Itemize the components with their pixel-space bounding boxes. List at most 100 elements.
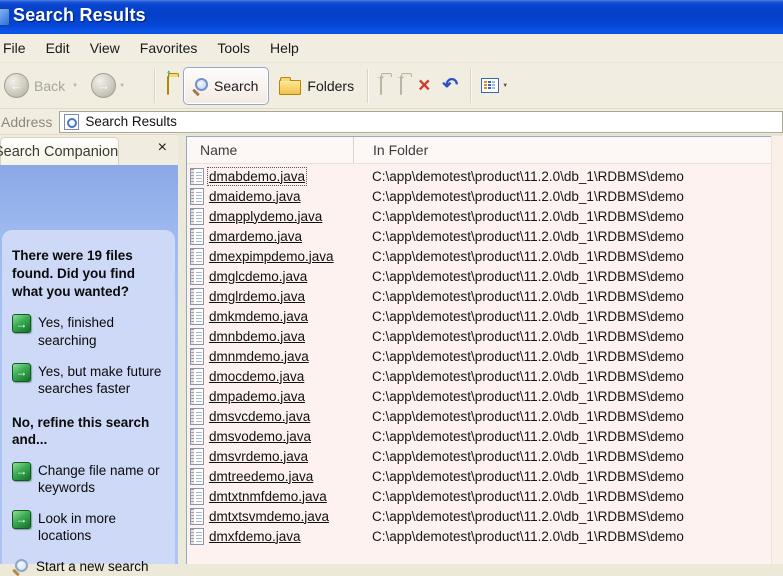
- search-companion-sidebar: Search Companion × There were 19 files f…: [0, 135, 178, 564]
- file-folder-path: C:\app\demotest\product\11.2.0\db_1\RDBM…: [372, 349, 684, 364]
- java-file-icon: [190, 288, 204, 305]
- toolbar-separator: [154, 69, 156, 103]
- file-row: dmnmdemo.java C:\app\demotest\product\11.…: [187, 346, 783, 366]
- column-header-in-folder[interactable]: In Folder: [353, 137, 783, 163]
- file-name-link[interactable]: dmardemo.java: [209, 229, 302, 244]
- toolbar-separator: [367, 69, 369, 103]
- magnifier-icon: [192, 78, 208, 94]
- file-name-link[interactable]: dmabdemo.java: [209, 169, 305, 184]
- menu-item-favorites[interactable]: Favorites: [130, 34, 208, 62]
- search-companion-card: There were 19 files found. Did you find …: [2, 230, 175, 564]
- file-name-link[interactable]: dmtxtsvmdemo.java: [209, 509, 329, 524]
- up-one-level-button[interactable]: →: [167, 77, 169, 95]
- file-name-link[interactable]: dmsvcdemo.java: [209, 409, 310, 424]
- views-button[interactable]: [481, 78, 499, 93]
- file-name-link[interactable]: dmocdemo.java: [209, 369, 304, 384]
- file-name-cell: dmtxtsvmdemo.java: [187, 508, 372, 525]
- sidebar-option-label: Look in more locations: [38, 510, 171, 545]
- folders-button[interactable]: Folders: [269, 68, 364, 104]
- search-button[interactable]: Search: [183, 67, 269, 105]
- file-name-link[interactable]: dmapplydemo.java: [209, 209, 322, 224]
- file-name-link[interactable]: dmnmdemo.java: [209, 349, 309, 364]
- folders-button-label: Folders: [307, 78, 354, 94]
- file-name-link[interactable]: dmsvodemo.java: [209, 429, 311, 444]
- menu-item-help[interactable]: Help: [260, 34, 309, 62]
- file-name-cell: dmardemo.java: [187, 228, 372, 245]
- file-name-link[interactable]: dmnbdemo.java: [209, 329, 305, 344]
- file-folder-path: C:\app\demotest\product\11.2.0\db_1\RDBM…: [372, 449, 684, 464]
- menu-item-tools[interactable]: Tools: [207, 34, 260, 62]
- arrow-glyph: →: [16, 513, 28, 525]
- java-file-icon: [190, 508, 204, 525]
- java-file-icon: [190, 268, 204, 285]
- file-name-cell: dmsvrdemo.java: [187, 448, 372, 465]
- column-header-name[interactable]: Name: [187, 137, 353, 163]
- menu-item-view[interactable]: View: [80, 34, 130, 62]
- vertical-scrollbar[interactable]: [771, 136, 783, 564]
- sidebar-option[interactable]: →Change file name or keywords: [12, 462, 171, 497]
- file-folder-path: C:\app\demotest\product\11.2.0\db_1\RDBM…: [372, 309, 684, 324]
- toolbar-separator: [470, 69, 472, 103]
- file-name-link[interactable]: dmglcdemo.java: [209, 269, 307, 284]
- arrow-glyph: →: [16, 366, 28, 378]
- search-companion-options: →Yes, finished searching →Yes, but make f…: [12, 314, 171, 575]
- file-name-link[interactable]: dmsvrdemo.java: [209, 449, 308, 464]
- back-button[interactable]: ← Back ▼: [4, 73, 81, 98]
- delete-button[interactable]: ×: [418, 75, 430, 96]
- file-name-cell: dmpademo.java: [187, 388, 372, 405]
- move-to-button[interactable]: →: [380, 77, 382, 95]
- file-name-link[interactable]: dmaidemo.java: [209, 189, 301, 204]
- forward-button[interactable]: → ▼: [91, 73, 128, 98]
- magnifier-icon: [12, 559, 29, 575]
- file-folder-path: C:\app\demotest\product\11.2.0\db_1\RDBM…: [372, 229, 684, 244]
- file-name-link[interactable]: dmkmdemo.java: [209, 309, 308, 324]
- file-folder-path: C:\app\demotest\product\11.2.0\db_1\RDBM…: [372, 329, 684, 344]
- file-name-link[interactable]: dmglrdemo.java: [209, 289, 305, 304]
- address-input[interactable]: Search Results: [59, 111, 783, 133]
- menu-item-file[interactable]: File: [0, 34, 36, 62]
- list-header: Name In Folder: [187, 137, 783, 164]
- sidebar-option[interactable]: →Yes, but make future searches faster: [12, 363, 171, 398]
- file-row: dmapplydemo.javaC:\app\demotest\product\…: [187, 206, 783, 226]
- undo-button[interactable]: ↶: [442, 76, 458, 95]
- file-name-cell: dmnmdemo.java: [187, 348, 372, 365]
- copy-to-button[interactable]: →: [400, 77, 402, 95]
- java-file-icon: [190, 308, 204, 325]
- views-dropdown-caret-icon[interactable]: ▼: [502, 83, 508, 89]
- file-folder-path: C:\app\demotest\product\11.2.0\db_1\RDBM…: [372, 529, 684, 544]
- java-file-icon: [190, 188, 204, 205]
- back-dropdown-caret-icon[interactable]: ▼: [72, 83, 78, 89]
- menu-bar: FileEditViewFavoritesToolsHelp: [0, 34, 783, 63]
- file-name-link[interactable]: dmtxtnmfdemo.java: [209, 489, 327, 504]
- file-row: dmabdemo.javaC:\app\demotest\product\11.…: [187, 166, 783, 186]
- close-icon[interactable]: ×: [158, 139, 167, 157]
- file-name-link[interactable]: dmxfdemo.java: [209, 529, 301, 544]
- search-button-label: Search: [214, 78, 258, 94]
- address-bar: Address Search Results: [0, 109, 783, 135]
- search-companion-tab: Search Companion: [0, 137, 119, 165]
- search-companion-body: There were 19 files found. Did you find …: [0, 165, 178, 564]
- search-results-window-icon: [0, 8, 10, 26]
- file-row: dmardemo.java C:\app\demotest\product\11.…: [187, 226, 783, 246]
- java-file-icon: [190, 208, 204, 225]
- file-name-cell: dmabdemo.java: [187, 168, 372, 185]
- sidebar-option-label: Start a new search: [36, 558, 171, 576]
- sidebar-option[interactable]: → Look in more locations: [12, 510, 171, 545]
- forward-dropdown-caret-icon[interactable]: ▼: [119, 83, 125, 89]
- file-name-cell: dmocdemo.java: [187, 368, 372, 385]
- file-list-panel: Name In Folder dmabdemo.javaC:\app\demot…: [186, 136, 783, 564]
- file-folder-path: C:\app\demotest\product\11.2.0\db_1\RDBM…: [372, 389, 684, 404]
- file-folder-path: C:\app\demotest\product\11.2.0\db_1\RDBM…: [372, 509, 684, 524]
- green-arrow-icon: →: [12, 510, 31, 529]
- sidebar-option[interactable]: Start a new search: [12, 558, 171, 576]
- file-name-cell: dmaidemo.java: [187, 188, 372, 205]
- file-name-link[interactable]: dmtreedemo.java: [209, 469, 313, 484]
- java-file-icon: [190, 468, 204, 485]
- file-folder-path: C:\app\demotest\product\11.2.0\db_1\RDBM…: [372, 409, 684, 424]
- title-bar: Search Results: [0, 0, 783, 34]
- file-name-link[interactable]: dmexpimpdemo.java: [209, 249, 334, 264]
- file-name-link[interactable]: dmpademo.java: [209, 389, 305, 404]
- menu-item-edit[interactable]: Edit: [36, 34, 80, 62]
- sidebar-option[interactable]: →Yes, finished searching: [12, 314, 171, 349]
- file-row: dmsvcdemo.java C:\app\demotest\product\11…: [187, 406, 783, 426]
